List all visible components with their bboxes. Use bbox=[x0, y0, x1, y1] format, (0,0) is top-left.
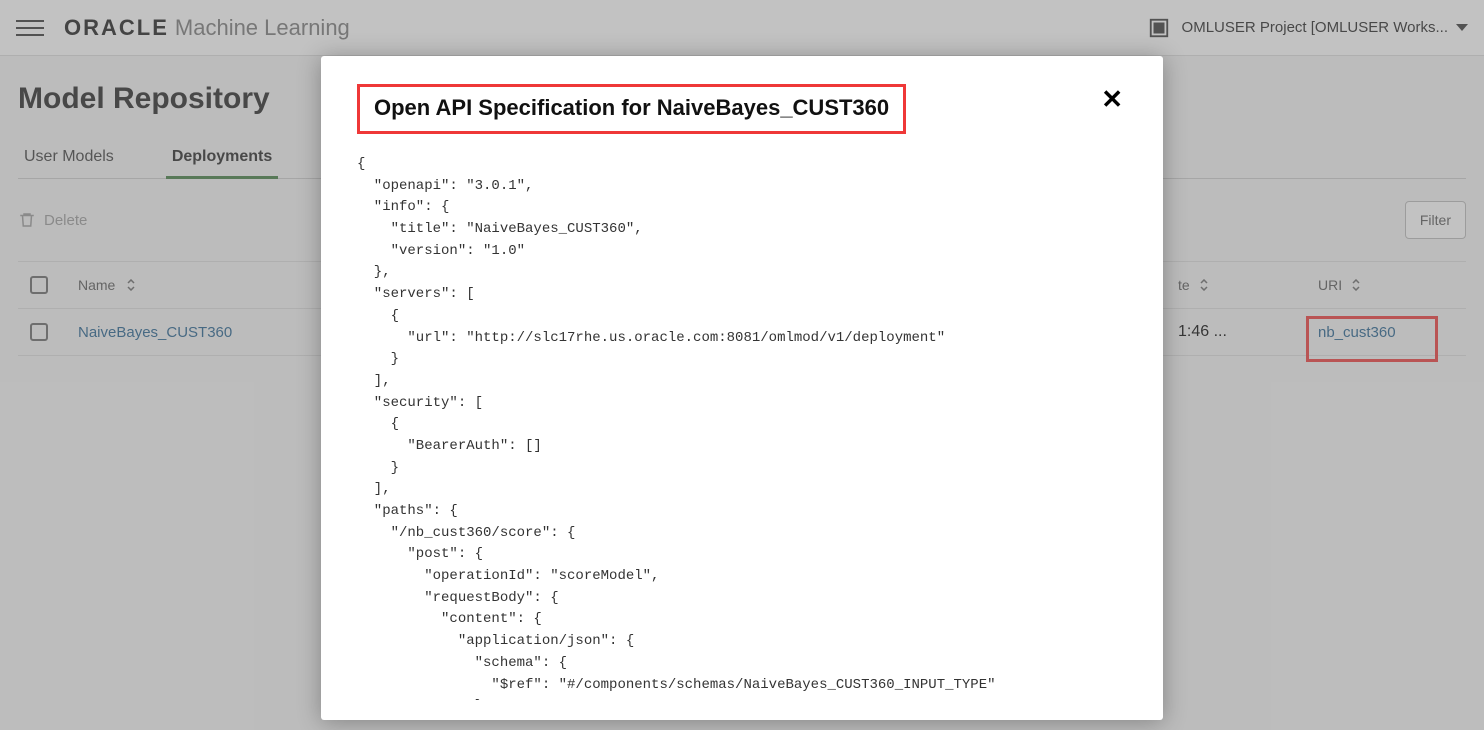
api-spec-code: { "openapi": "3.0.1", "info": { "title":… bbox=[357, 154, 1127, 700]
modal-title: Open API Specification for NaiveBayes_CU… bbox=[374, 95, 889, 121]
close-icon[interactable]: ✕ bbox=[1097, 84, 1127, 114]
api-spec-modal: Open API Specification for NaiveBayes_CU… bbox=[321, 56, 1163, 720]
highlight-annotation: Open API Specification for NaiveBayes_CU… bbox=[357, 84, 906, 134]
code-viewer[interactable]: { "openapi": "3.0.1", "info": { "title":… bbox=[357, 154, 1127, 700]
